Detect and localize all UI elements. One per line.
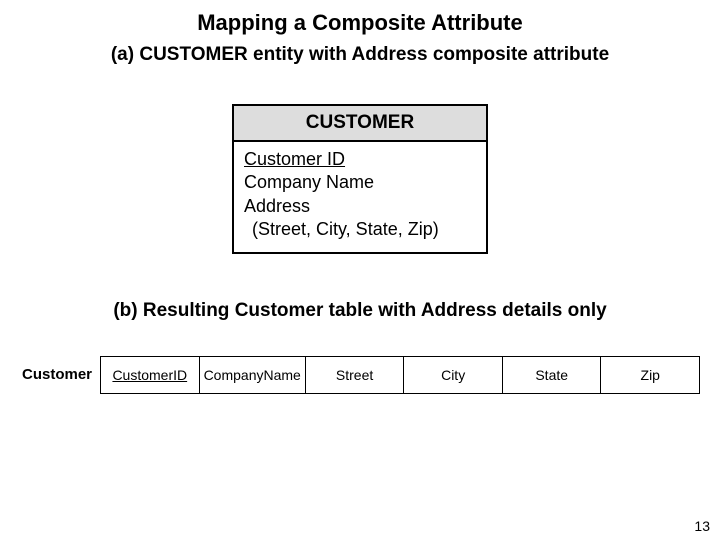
section-b-label: (b) Resulting Customer table with Addres… <box>20 300 700 322</box>
col-city: City <box>404 357 503 393</box>
col-street: Street <box>306 357 405 393</box>
col-company-name: CompanyName <box>200 357 306 393</box>
relation-table-wrap: Customer CustomerID CompanyName Street C… <box>20 356 700 394</box>
col-customer-id: CustomerID <box>101 357 200 393</box>
relation-table: CustomerID CompanyName Street City State… <box>100 356 700 394</box>
attr-address-components: (Street, City, State, Zip) <box>244 218 478 241</box>
col-zip: Zip <box>601 357 699 393</box>
section-a-label: (a) CUSTOMER entity with Address composi… <box>20 44 700 66</box>
attr-company-name: Company Name <box>244 171 478 194</box>
customer-entity-box: CUSTOMER Customer ID Company Name Addres… <box>232 104 488 254</box>
relation-table-name: Customer <box>22 366 100 383</box>
entity-body: Customer ID Company Name Address (Street… <box>234 142 486 252</box>
page-title: Mapping a Composite Attribute <box>20 10 700 36</box>
attr-customer-id: Customer ID <box>244 148 478 171</box>
col-state: State <box>503 357 602 393</box>
entity-diagram-wrap: CUSTOMER Customer ID Company Name Addres… <box>20 104 700 254</box>
slide: Mapping a Composite Attribute (a) CUSTOM… <box>0 0 720 540</box>
attr-address: Address <box>244 195 478 218</box>
page-number: 13 <box>694 518 710 534</box>
entity-header: CUSTOMER <box>234 106 486 142</box>
